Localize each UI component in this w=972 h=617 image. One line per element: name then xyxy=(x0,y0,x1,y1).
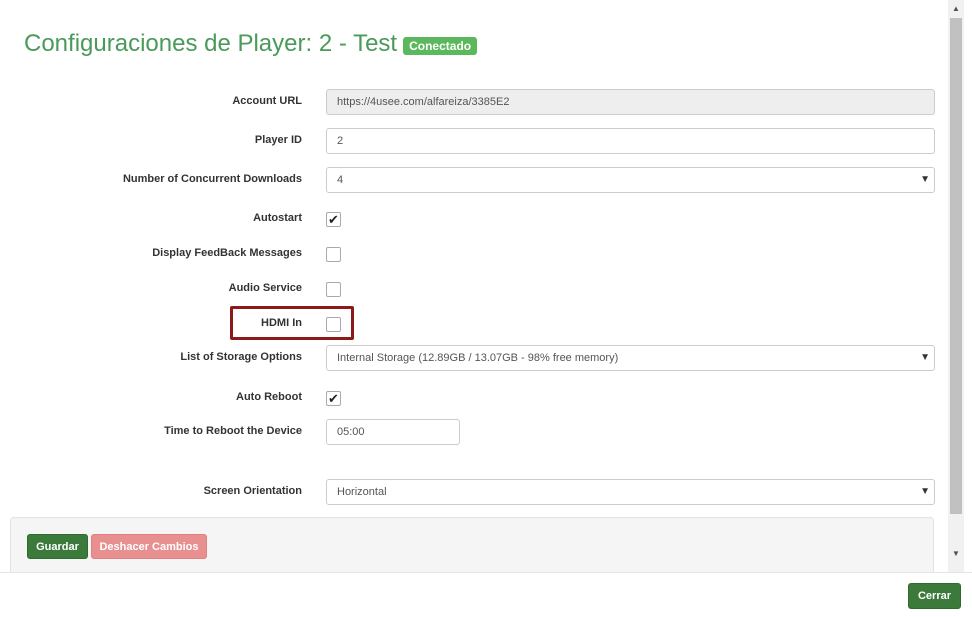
account-url-field[interactable]: https://4usee.com/alfareiza/3385E2 xyxy=(326,89,935,115)
caret-down-icon: ▼ xyxy=(920,174,930,185)
undo-changes-button[interactable]: Deshacer Cambios xyxy=(91,534,207,559)
storage-options-select[interactable]: Internal Storage (12.89GB / 13.07GB - 98… xyxy=(326,345,935,371)
hdmi-in-highlight-box xyxy=(230,306,354,340)
feedback-messages-label: Display FeedBack Messages xyxy=(152,247,302,259)
concurrent-downloads-select[interactable]: 4 ▼ xyxy=(326,167,935,193)
modal-footer: Cerrar xyxy=(0,572,972,617)
page-title: Configuraciones de Player: 2 - Test xyxy=(24,30,398,57)
caret-down-icon: ▼ xyxy=(920,352,930,363)
caret-down-icon: ▼ xyxy=(920,486,930,497)
checkmark-icon: ✔ xyxy=(328,212,339,227)
storage-options-value: Internal Storage (12.89GB / 13.07GB - 98… xyxy=(337,352,619,364)
audio-service-checkbox[interactable] xyxy=(326,282,341,297)
autostart-label: Autostart xyxy=(253,212,302,224)
storage-options-label: List of Storage Options xyxy=(180,351,302,363)
feedback-messages-checkbox[interactable] xyxy=(326,247,341,262)
screen-orientation-value: Horizontal xyxy=(337,486,387,498)
modal-body: Configuraciones de Player: 2 - Test Cone… xyxy=(0,0,948,572)
screen-orientation-label: Screen Orientation xyxy=(203,485,302,497)
title-row: Configuraciones de Player: 2 - Test Cone… xyxy=(24,30,478,58)
player-id-field[interactable]: 2 xyxy=(326,128,935,154)
audio-service-label: Audio Service xyxy=(228,282,302,294)
player-id-label: Player ID xyxy=(254,134,302,146)
auto-reboot-checkbox[interactable]: ✔ xyxy=(326,391,341,406)
scroll-down-arrow-icon[interactable]: ▼ xyxy=(952,549,960,558)
form-actions-panel: Guardar Deshacer Cambios xyxy=(10,517,934,572)
concurrent-downloads-label: Number of Concurrent Downloads xyxy=(122,173,302,185)
auto-reboot-label: Auto Reboot xyxy=(236,391,302,403)
scrollbar-thumb[interactable] xyxy=(950,18,962,514)
vertical-scrollbar[interactable]: ▲ ▼ xyxy=(948,0,964,572)
account-url-label: Account URL xyxy=(232,95,302,107)
close-button[interactable]: Cerrar xyxy=(908,583,961,609)
checkmark-icon: ✔ xyxy=(328,391,339,406)
scroll-up-arrow-icon[interactable]: ▲ xyxy=(952,4,960,13)
save-button[interactable]: Guardar xyxy=(27,534,88,559)
status-badge: Conectado xyxy=(403,37,478,55)
reboot-time-field[interactable]: 05:00 xyxy=(326,419,460,445)
concurrent-downloads-value: 4 xyxy=(337,174,344,186)
screen-orientation-select[interactable]: Horizontal ▼ xyxy=(326,479,935,505)
reboot-time-label: Time to Reboot the Device xyxy=(164,425,302,437)
autostart-checkbox[interactable]: ✔ xyxy=(326,212,341,227)
